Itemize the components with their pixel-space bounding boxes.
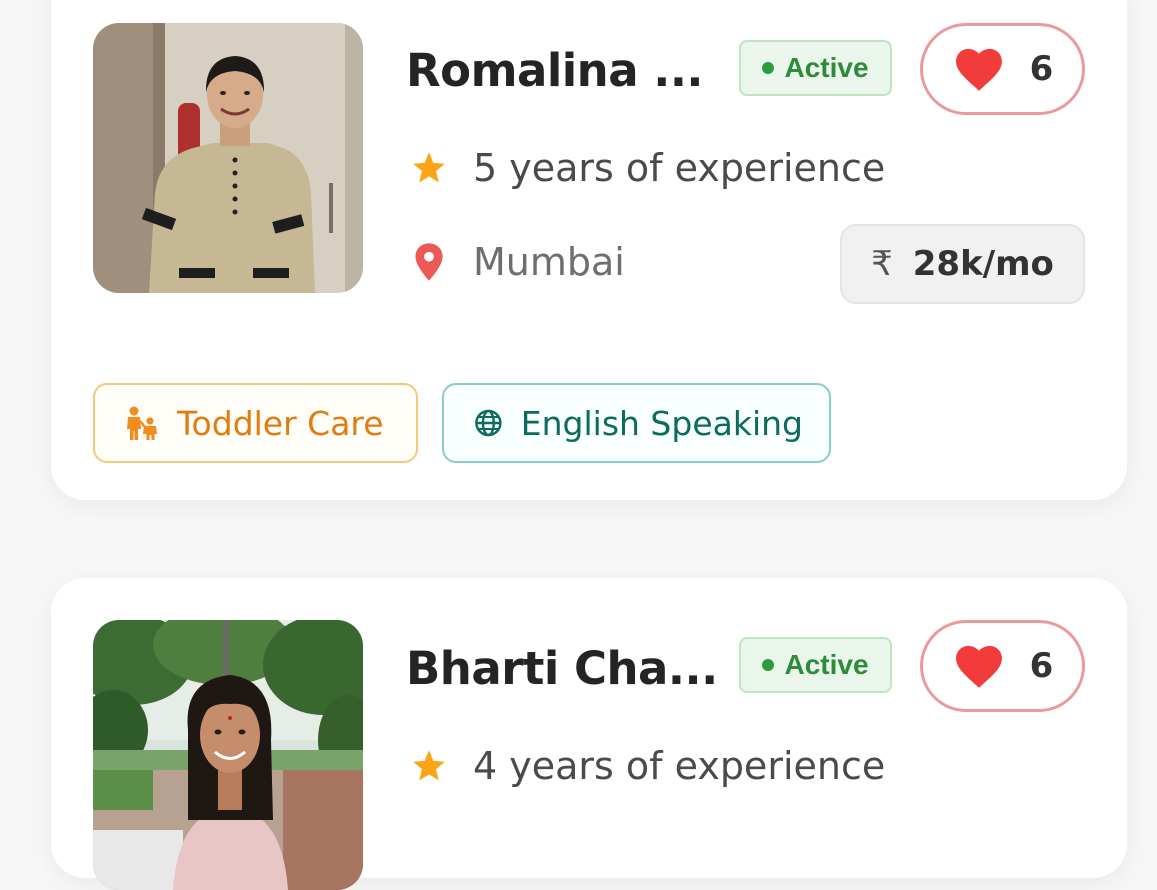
experience-row: 5 years of experience [411, 146, 885, 190]
salary-text: 28k/mo [912, 244, 1054, 284]
status-badge: Active [739, 40, 892, 96]
tag-label: Toddler Care [177, 403, 384, 443]
heart-icon [955, 48, 1002, 91]
location-text: Mumbai [473, 240, 625, 284]
status-label: Active [784, 52, 869, 83]
status-badge: Active [739, 637, 892, 693]
status-dot [762, 62, 775, 74]
location-pin-icon [415, 243, 443, 281]
globe-icon [475, 409, 502, 437]
status-dot [762, 659, 775, 671]
tag-label: English Speaking [520, 403, 803, 443]
experience-text: 4 years of experience [473, 744, 886, 788]
caregiver-name[interactable]: Bharti Cha... [406, 642, 718, 695]
heart-icon [955, 645, 1002, 688]
status-label: Active [784, 649, 869, 680]
like-count: 6 [1029, 646, 1054, 686]
rupee-icon: ₹ [871, 244, 893, 284]
star-icon [413, 152, 445, 183]
like-button[interactable]: 6 [920, 620, 1085, 712]
salary-badge: ₹ 28k/mo [840, 224, 1085, 304]
caregiver-card[interactable]: Romalina ... Active 6 5 years of experie… [51, 0, 1127, 500]
experience-row: 4 years of experience [411, 744, 885, 788]
experience-text: 5 years of experience [473, 146, 886, 190]
profile-photo[interactable] [93, 620, 363, 890]
profile-photo[interactable] [93, 23, 363, 293]
caregiver-card[interactable]: Bharti Cha... Active 6 4 years of experi… [51, 578, 1127, 890]
toddler-care-icon [127, 406, 157, 440]
caregiver-name[interactable]: Romalina ... [406, 44, 704, 97]
location-row: Mumbai [411, 240, 625, 284]
tag-english-speaking[interactable]: English Speaking [442, 383, 831, 463]
like-button[interactable]: 6 [920, 23, 1085, 115]
like-count: 6 [1029, 49, 1054, 89]
star-icon [413, 750, 445, 781]
tag-toddler-care[interactable]: Toddler Care [93, 383, 418, 463]
